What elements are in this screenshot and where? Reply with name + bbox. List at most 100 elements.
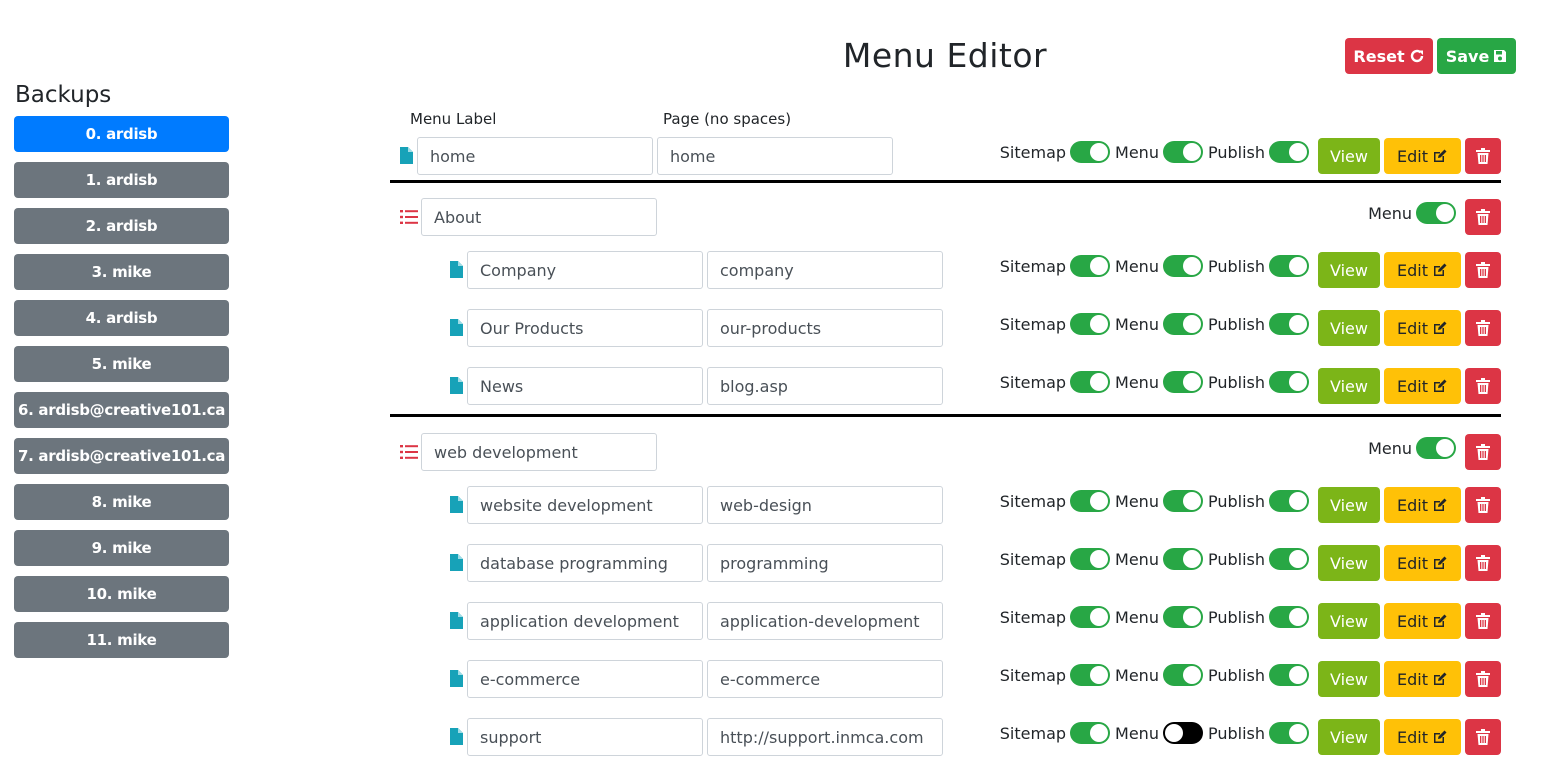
sitemap-toggle[interactable] — [1070, 606, 1111, 628]
backup-item[interactable]: 9. mike — [14, 530, 229, 566]
page-input[interactable] — [707, 486, 943, 524]
menu-label-input[interactable] — [417, 137, 653, 175]
view-button[interactable]: View — [1318, 368, 1380, 404]
backup-item[interactable]: 5. mike — [14, 346, 229, 382]
menu-toggle[interactable] — [1416, 437, 1456, 459]
view-button[interactable]: View — [1318, 487, 1380, 523]
refresh-icon — [1410, 49, 1423, 63]
publish-toggle[interactable] — [1269, 313, 1309, 335]
menu-label-input[interactable] — [467, 544, 703, 582]
page-controls: Sitemap Menu Publish View Edit — [1000, 309, 1501, 347]
menu-toggle[interactable] — [1416, 202, 1456, 224]
sitemap-toggle[interactable] — [1070, 490, 1111, 512]
sitemap-toggle[interactable] — [1070, 548, 1111, 570]
sitemap-toggle[interactable] — [1070, 255, 1111, 277]
sitemap-toggle[interactable] — [1070, 141, 1111, 163]
edit-button[interactable]: Edit — [1384, 545, 1461, 581]
delete-button[interactable] — [1465, 368, 1501, 404]
edit-button[interactable]: Edit — [1384, 719, 1461, 755]
edit-button[interactable]: Edit — [1384, 661, 1461, 697]
menu-toggle[interactable] — [1162, 371, 1203, 393]
publish-toggle[interactable] — [1269, 490, 1309, 512]
menu-toggle[interactable] — [1162, 722, 1203, 744]
backup-item[interactable]: 0. ardisb — [14, 116, 229, 152]
delete-button[interactable] — [1465, 719, 1501, 755]
delete-button[interactable] — [1465, 138, 1501, 174]
publish-toggle[interactable] — [1269, 255, 1309, 277]
page-input[interactable] — [707, 309, 943, 347]
edit-button[interactable]: Edit — [1384, 487, 1461, 523]
list-icon[interactable] — [400, 209, 418, 225]
edit-button[interactable]: Edit — [1384, 252, 1461, 288]
trash-icon — [1476, 444, 1490, 460]
view-button[interactable]: View — [1318, 661, 1380, 697]
menu-label-input[interactable] — [467, 718, 703, 756]
group-label-input[interactable] — [421, 198, 657, 236]
edit-button[interactable]: Edit — [1384, 138, 1461, 174]
backup-item[interactable]: 11. mike — [14, 622, 229, 658]
page-input[interactable] — [707, 602, 943, 640]
menu-toggle[interactable] — [1162, 548, 1203, 570]
page-input[interactable] — [657, 137, 893, 175]
backup-item[interactable]: 2. ardisb — [14, 208, 229, 244]
page-input[interactable] — [707, 544, 943, 582]
menu-toggle[interactable] — [1162, 141, 1203, 163]
view-button[interactable]: View — [1318, 603, 1380, 639]
menu-toggle[interactable] — [1162, 313, 1203, 335]
publish-toggle[interactable] — [1269, 371, 1309, 393]
edit-button[interactable]: Edit — [1384, 603, 1461, 639]
save-label: Save — [1445, 46, 1490, 66]
sitemap-toggle[interactable] — [1070, 664, 1111, 686]
sitemap-toggle[interactable] — [1070, 722, 1111, 744]
menu-toggle[interactable] — [1162, 490, 1203, 512]
backup-item[interactable]: 10. mike — [14, 576, 229, 612]
backup-item[interactable]: 7. ardisb@creative101.ca — [14, 438, 229, 474]
page-input[interactable] — [707, 718, 943, 756]
backup-item[interactable]: 3. mike — [14, 254, 229, 290]
reset-button[interactable]: Reset — [1345, 38, 1433, 74]
publish-toggle[interactable] — [1269, 722, 1309, 744]
menu-label-input[interactable] — [467, 602, 703, 640]
delete-button[interactable] — [1465, 487, 1501, 523]
menu-label-input[interactable] — [467, 660, 703, 698]
menu-label-input[interactable] — [467, 486, 703, 524]
menu-label-input[interactable] — [467, 251, 703, 289]
list-icon[interactable] — [400, 444, 418, 460]
view-button[interactable]: View — [1318, 138, 1380, 174]
menu-label-input[interactable] — [467, 309, 703, 347]
page-input[interactable] — [707, 251, 943, 289]
delete-button[interactable] — [1465, 310, 1501, 346]
save-button[interactable]: Save — [1437, 38, 1516, 74]
menu-toggle[interactable] — [1162, 606, 1203, 628]
page-input[interactable] — [707, 367, 943, 405]
publish-toggle[interactable] — [1269, 141, 1309, 163]
delete-button[interactable] — [1465, 199, 1501, 235]
publish-toggle[interactable] — [1269, 606, 1309, 628]
view-button[interactable]: View — [1318, 719, 1380, 755]
delete-button[interactable] — [1465, 545, 1501, 581]
delete-button[interactable] — [1465, 252, 1501, 288]
delete-button[interactable] — [1465, 661, 1501, 697]
publish-toggle[interactable] — [1269, 664, 1309, 686]
menu-toggle[interactable] — [1162, 664, 1203, 686]
sitemap-toggle[interactable] — [1070, 371, 1111, 393]
group-label-input[interactable] — [421, 433, 657, 471]
menu-toggle[interactable] — [1162, 255, 1203, 277]
delete-button[interactable] — [1465, 434, 1501, 470]
backup-item[interactable]: 4. ardisb — [14, 300, 229, 336]
view-button[interactable]: View — [1318, 310, 1380, 346]
view-button[interactable]: View — [1318, 545, 1380, 581]
edit-button[interactable]: Edit — [1384, 310, 1461, 346]
menu-label-input[interactable] — [467, 367, 703, 405]
sitemap-toggle[interactable] — [1070, 313, 1111, 335]
page-input[interactable] — [707, 660, 943, 698]
menu-label-column-header: Menu Label — [410, 110, 497, 128]
backup-item[interactable]: 1. ardisb — [14, 162, 229, 198]
backup-item[interactable]: 6. ardisb@creative101.ca — [14, 392, 229, 428]
delete-button[interactable] — [1465, 603, 1501, 639]
page-controls: Sitemap Menu Publish View Edit — [1000, 367, 1501, 405]
view-button[interactable]: View — [1318, 252, 1380, 288]
edit-button[interactable]: Edit — [1384, 368, 1461, 404]
backup-item[interactable]: 8. mike — [14, 484, 229, 520]
publish-toggle[interactable] — [1269, 548, 1309, 570]
